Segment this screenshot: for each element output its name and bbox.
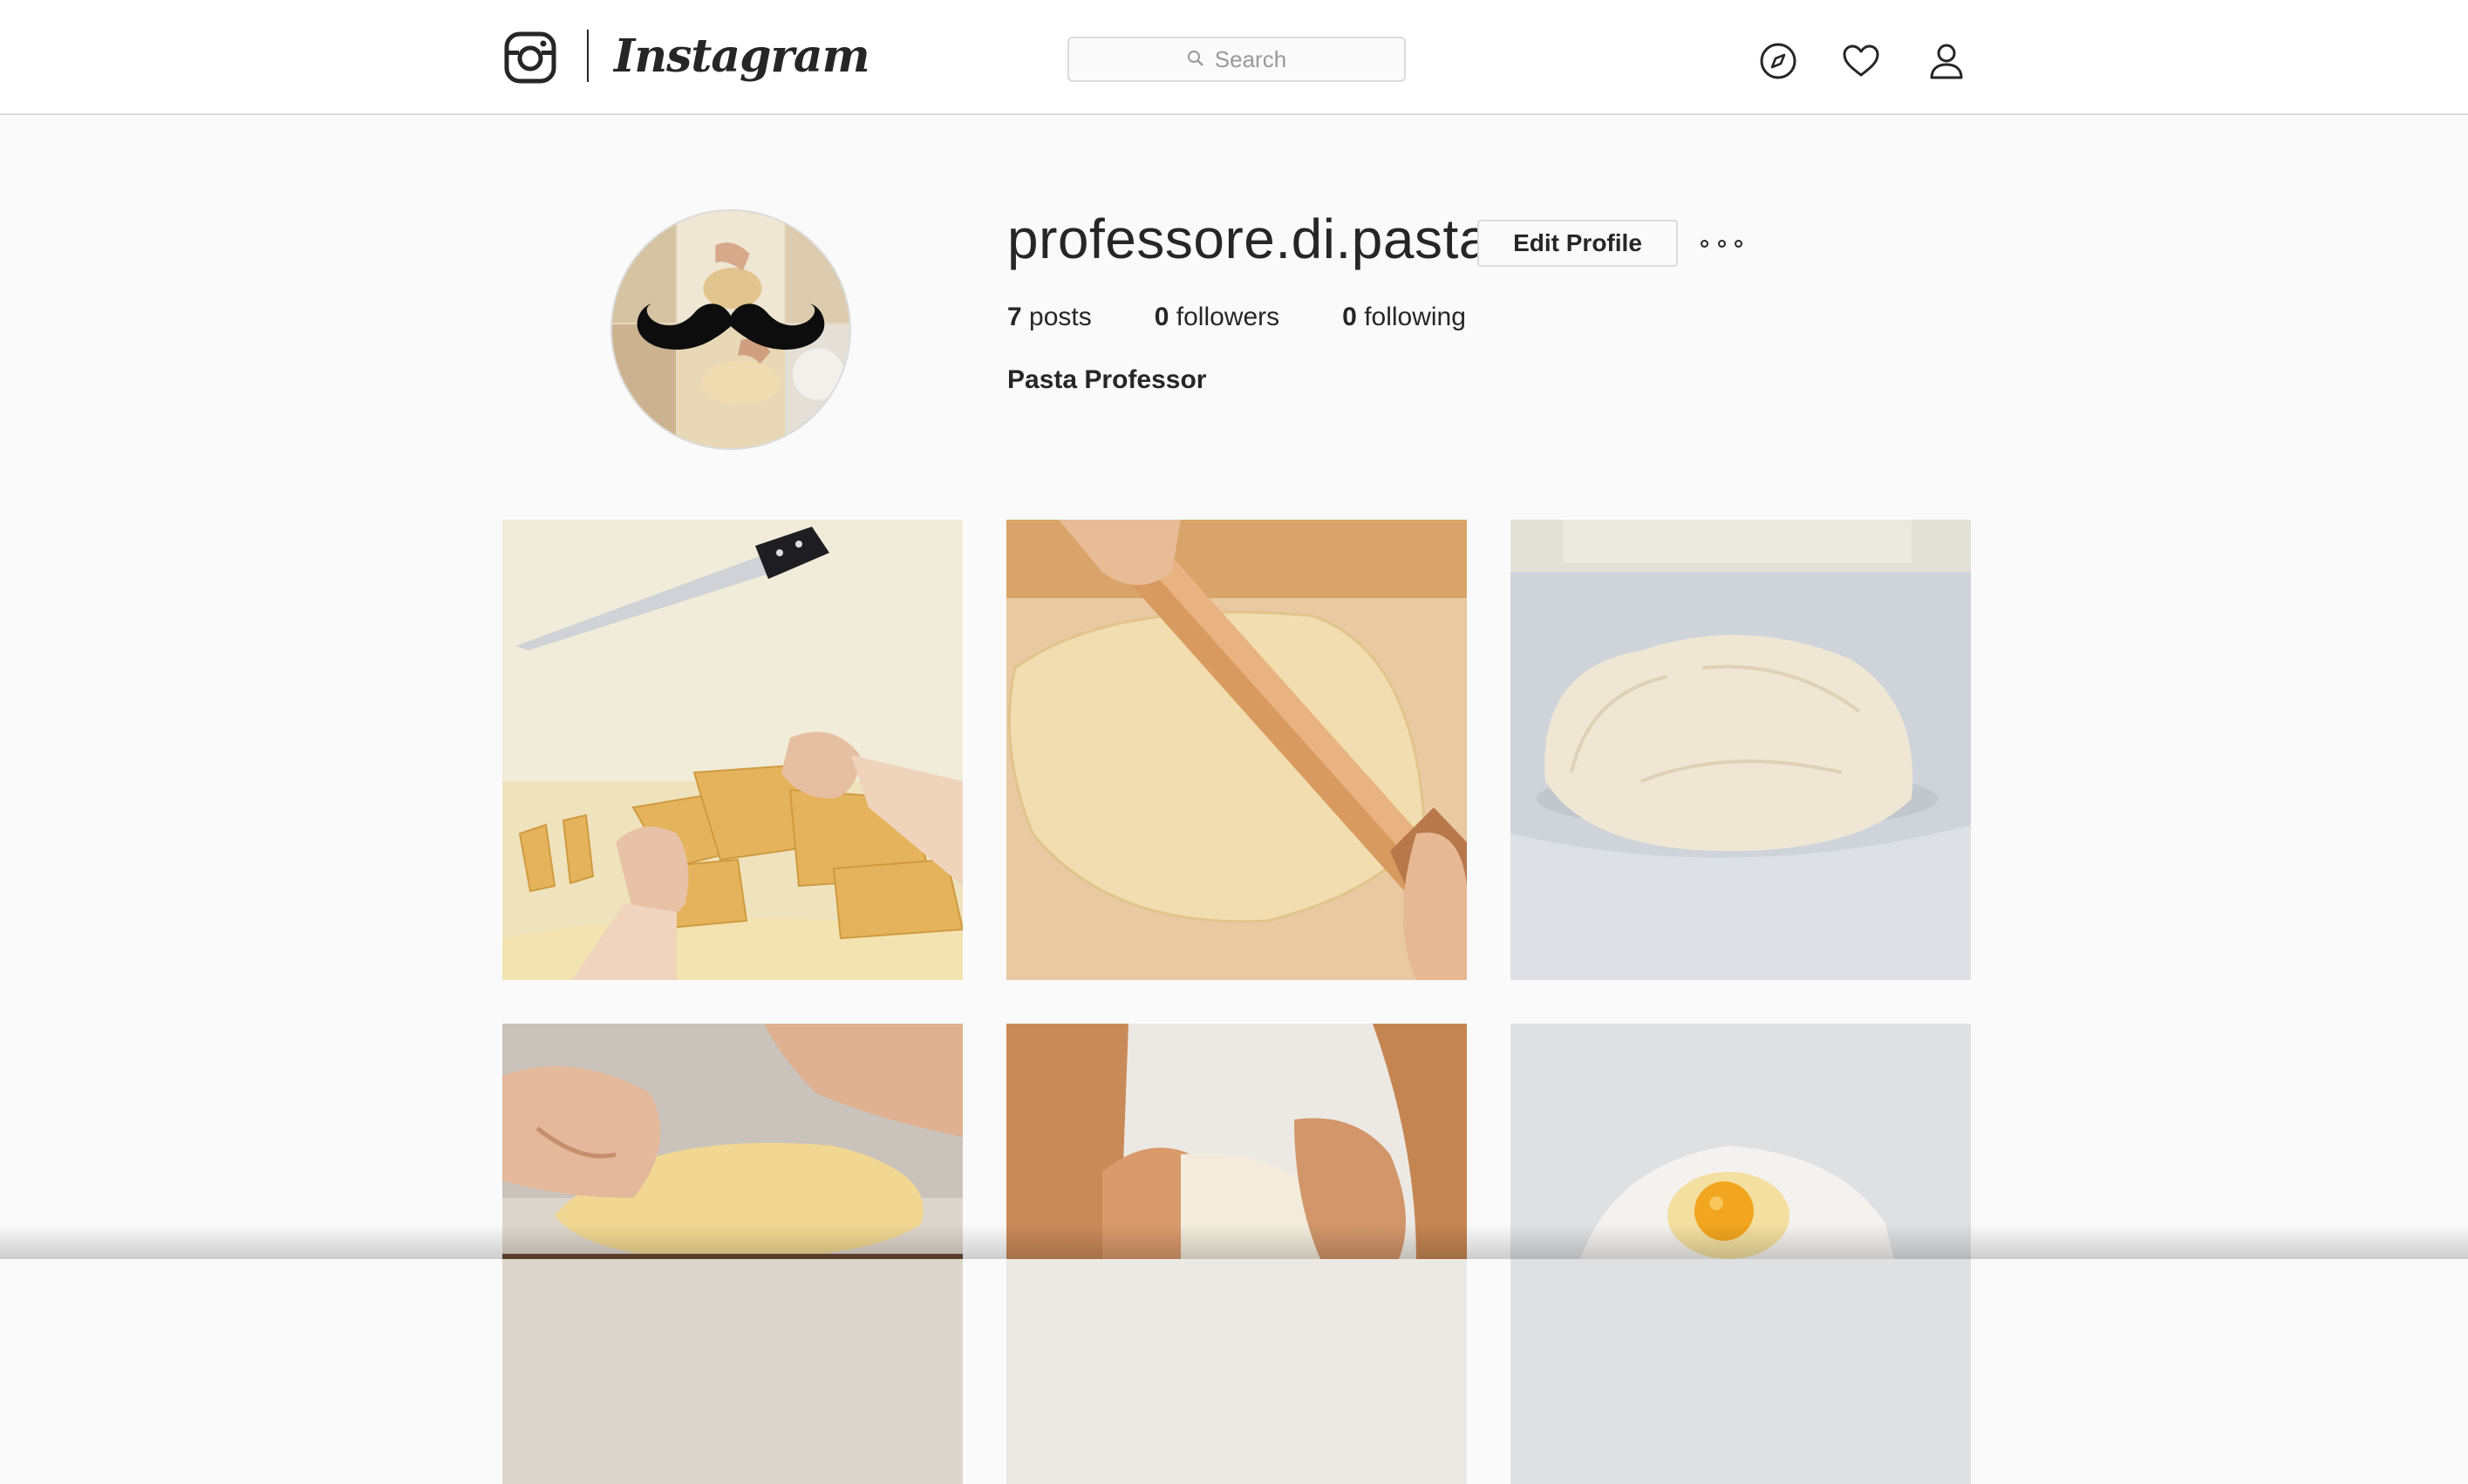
instagram-wordmark-logo[interactable]: Instagram [614,26,870,87]
more-dot [1701,239,1708,248]
heart-icon[interactable] [1842,42,1880,80]
edit-profile-button[interactable]: Edit Profile [1477,220,1678,267]
explore-compass-icon[interactable] [1759,42,1797,80]
more-dot [1717,239,1726,248]
following-stat[interactable]: 0 following [1342,300,1466,335]
top-nav-bar: Instagram Search [0,0,2468,115]
post-thumbnail-flour-egg[interactable] [1510,1024,1971,1484]
following-count: 0 [1342,303,1357,331]
following-label: following [1364,303,1466,331]
instagram-glyph-icon[interactable] [504,31,556,84]
post-thumbnail-fresh-tagliatelle[interactable] [502,520,963,980]
search-input[interactable]: Search [1067,37,1406,82]
followers-label: followers [1176,303,1280,331]
profile-stats: 7 posts 0 followers 0 following [1007,300,1466,335]
search-placeholder: Search [1214,45,1287,72]
posts-stat: 7 posts [1007,300,1092,335]
profile-username: professore.di.pasta [1007,208,1490,270]
profile-full-name: Pasta Professor [1007,365,1207,394]
profile-avatar[interactable] [610,209,851,450]
post-thumbnail-dough-ball[interactable] [1510,520,1971,980]
search-icon [1187,46,1204,73]
followers-count: 0 [1154,303,1169,331]
profile-person-icon[interactable] [1927,42,1966,80]
posts-count: 7 [1007,303,1022,331]
more-dot [1735,239,1742,248]
followers-stat[interactable]: 0 followers [1155,300,1279,335]
post-thumbnail-kneading-dough[interactable] [502,1024,963,1484]
more-options-icon[interactable] [1701,234,1742,253]
posts-label: posts [1029,303,1092,331]
logo-divider [587,30,589,82]
post-thumbnail-rolling-dough[interactable] [1006,520,1467,980]
post-thumbnail-hands-dough[interactable] [1006,1024,1467,1484]
